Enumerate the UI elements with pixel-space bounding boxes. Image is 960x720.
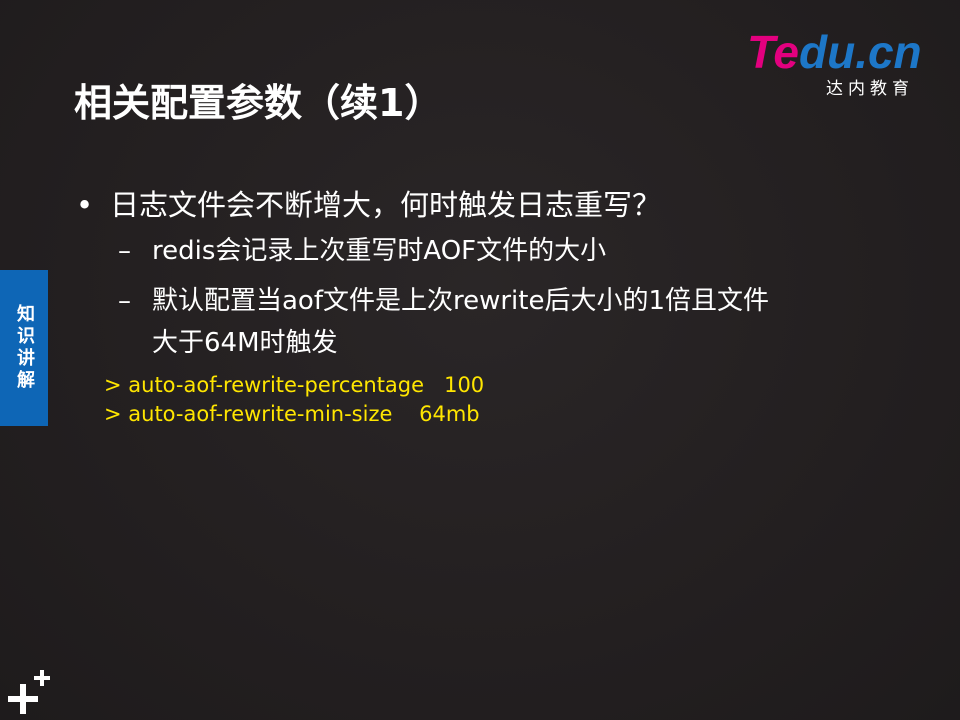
code-line: > auto-aof-rewrite-min-size 64mb — [104, 402, 480, 426]
sub-item-marker: – — [118, 286, 131, 316]
plus-plus-icon — [8, 670, 50, 714]
logo-te: Te — [747, 26, 799, 78]
sub-item: – 默认配置当aof文件是上次rewrite后大小的1倍且文件 — [118, 281, 769, 321]
sub-item-text: 默认配置当aof文件是上次rewrite后大小的1倍且文件 — [152, 286, 770, 316]
slide-title: 相关配置参数（续1） — [74, 81, 443, 125]
bullet-text: 日志文件会不断增大，何时触发日志重写？ — [110, 188, 662, 222]
sub-item-text: redis会记录上次重写时AOF文件的大小 — [152, 236, 607, 266]
slide: Te du.cn 达内教育 相关配置参数（续1） 知识讲解 • 日志文件会不断增大… — [0, 0, 960, 720]
side-tab: 知识讲解 — [0, 270, 48, 426]
sub-item: – redis会记录上次重写时AOF文件的大小 — [118, 231, 606, 271]
logo-subtitle: 达内教育 — [826, 79, 914, 99]
code-line: > auto-aof-rewrite-percentage 100 — [104, 373, 485, 397]
sub-item-marker: – — [118, 236, 131, 266]
logo-du: du.cn — [799, 26, 922, 78]
sub-item-continuation: 大于64M时触发 — [152, 328, 338, 358]
side-tab-label: 知识讲解 — [14, 304, 35, 392]
bullet-item: • 日志文件会不断增大，何时触发日志重写？ — [76, 182, 661, 224]
bullet-marker: • — [76, 188, 94, 222]
